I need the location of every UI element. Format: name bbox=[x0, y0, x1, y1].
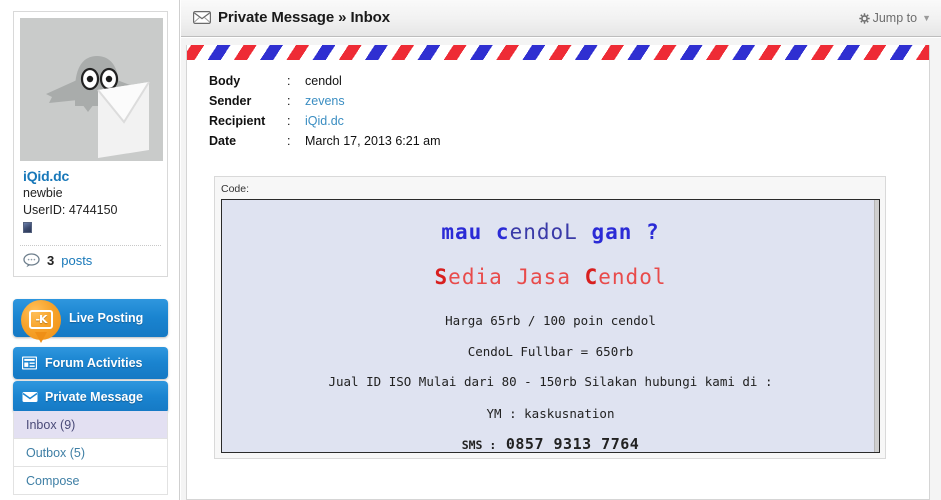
sms-label: SMS : bbox=[461, 438, 497, 452]
profile-username[interactable]: iQid.dc bbox=[23, 168, 159, 185]
code-block[interactable]: mau cendoL gan ? Sedia Jasa Cendol Harga… bbox=[221, 199, 880, 453]
sidebar-item-forum-activities[interactable]: Forum Activities bbox=[13, 347, 168, 379]
field-colon: : bbox=[287, 74, 291, 88]
field-recipient: Recipient : iQid.dc bbox=[209, 114, 929, 134]
sidebar-subitem-compose[interactable]: Compose bbox=[13, 467, 168, 495]
page-title: Private Message » Inbox bbox=[218, 9, 390, 26]
code-line-2-part-c: C bbox=[584, 265, 599, 289]
code-line-1-part-a: m bbox=[441, 220, 455, 244]
profile-info: iQid.dc newbie UserID: 4744150 bbox=[20, 161, 161, 239]
code-line-1-part-c: c bbox=[495, 220, 510, 244]
code-line-1-part-d: endoL bbox=[509, 220, 592, 244]
code-line-1-part-b: au bbox=[454, 220, 496, 244]
code-line-6: YM : kaskusnation bbox=[486, 405, 615, 421]
profile-userid: UserID: 4744150 bbox=[23, 203, 118, 217]
content-area: Body : cendol Sender : zevens Recipient … bbox=[181, 38, 941, 500]
field-value: March 17, 2013 6:21 am bbox=[305, 134, 441, 148]
gear-icon bbox=[858, 12, 870, 24]
field-label: Date bbox=[209, 134, 237, 148]
code-scrollbar[interactable] bbox=[874, 200, 879, 452]
sidebar: iQid.dc newbie UserID: 4744150 3 posts -… bbox=[0, 0, 180, 500]
main-area: Private Message » Inbox Jump to ▼ Body:… bbox=[181, 0, 941, 500]
code-line-4: CendoL Fullbar = 650rb bbox=[467, 343, 634, 359]
airmail-stripe bbox=[187, 45, 929, 61]
profile-rank: newbie bbox=[23, 186, 63, 200]
profile-card: iQid.dc newbie UserID: 4744150 3 posts bbox=[13, 11, 168, 277]
page-root: iQid.dc newbie UserID: 4744150 3 posts -… bbox=[0, 0, 941, 500]
sidebar-subitem-inbox[interactable]: Inbox (9) bbox=[13, 411, 168, 439]
sidebar-item-private-message[interactable]: Private Message bbox=[13, 381, 168, 413]
code-block-wrapper: Code: mau cendoL gan ? Sedia Jasa Cendol… bbox=[214, 176, 886, 459]
field-label: Body bbox=[209, 74, 241, 88]
posts-count: 3 bbox=[47, 253, 55, 268]
code-line-2-part-b: edia Jasa bbox=[448, 265, 585, 289]
envelope-icon bbox=[193, 11, 211, 24]
field-colon: : bbox=[287, 114, 291, 128]
code-line-2-part-a: S bbox=[434, 265, 449, 289]
sidebar-item-label: Live Posting bbox=[69, 311, 144, 325]
sidebar-subitem-label: Compose bbox=[26, 473, 80, 488]
field-sender: Sender : zevens bbox=[209, 94, 929, 114]
code-line-1: mau cendoL gan ? bbox=[222, 222, 879, 243]
sidebar-item-live-posting[interactable]: -K Live Posting bbox=[13, 299, 168, 343]
sidebar-subitem-label: Inbox (9) bbox=[26, 417, 76, 432]
jump-to-label: Jump to bbox=[872, 11, 918, 25]
jump-to-button[interactable]: Jump to ▼ bbox=[858, 11, 931, 25]
field-value: cendol bbox=[305, 74, 342, 88]
topbar: Private Message » Inbox Jump to ▼ bbox=[181, 0, 941, 37]
avatar[interactable] bbox=[20, 18, 163, 161]
posts-label[interactable]: posts bbox=[61, 253, 92, 268]
sidebar-subitem-outbox[interactable]: Outbox (5) bbox=[13, 439, 168, 467]
sidebar-item-label: Private Message bbox=[45, 390, 143, 404]
sms-number: 0857 9313 7764 bbox=[496, 435, 640, 453]
field-body: Body : cendol bbox=[209, 74, 929, 94]
code-label: Code: bbox=[221, 183, 250, 195]
envelope-icon bbox=[22, 392, 38, 402]
forum-grid-icon bbox=[22, 356, 37, 370]
field-label: Recipient bbox=[209, 114, 266, 128]
sidebar-subitem-label: Outbox (5) bbox=[26, 445, 86, 460]
rank-badge-icon bbox=[23, 222, 32, 233]
field-date: Date : March 17, 2013 6:21 am bbox=[209, 134, 929, 154]
sidebar-item-label: Forum Activities bbox=[45, 356, 143, 370]
code-line-2-part-d: endol bbox=[598, 265, 667, 289]
recipient-link[interactable]: iQid.dc bbox=[305, 114, 344, 128]
message-panel: Body : cendol Sender : zevens Recipient … bbox=[186, 45, 930, 500]
code-line-3: Harga 65rb / 100 poin cendol bbox=[445, 313, 656, 328]
posts-row: 3 posts bbox=[20, 246, 161, 276]
code-line-5: Jual ID ISO Mulai dari 80 - 150rb Silaka… bbox=[328, 374, 773, 389]
sender-link[interactable]: zevens bbox=[305, 94, 345, 108]
code-line-1-part-e: gan bbox=[591, 220, 633, 244]
chevron-down-icon: ▼ bbox=[922, 13, 931, 23]
field-label: Sender bbox=[209, 94, 252, 108]
message-fields: Body : cendol Sender : zevens Recipient … bbox=[187, 61, 929, 154]
live-posting-pin-icon: -K bbox=[21, 300, 61, 343]
field-colon: : bbox=[287, 94, 291, 108]
code-line-2: Sedia Jasa Cendol bbox=[222, 267, 879, 288]
code-line-7: SMS : 0857 9313 7764 bbox=[222, 437, 879, 452]
speech-bubble-icon bbox=[23, 253, 40, 268]
field-colon: : bbox=[287, 134, 291, 148]
avatar-ghost-envelope-icon bbox=[20, 18, 163, 161]
code-line-1-part-f: ? bbox=[632, 220, 660, 244]
